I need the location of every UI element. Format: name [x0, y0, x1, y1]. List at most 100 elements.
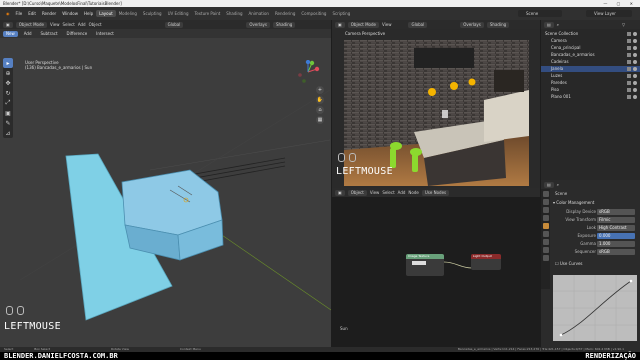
property-row: Exposure 0.000 — [541, 233, 640, 239]
zoom-icon[interactable]: + — [316, 86, 324, 94]
editor-type-dropdown[interactable]: ▤ — [544, 181, 554, 188]
eye-icon[interactable] — [633, 60, 637, 64]
render-tab-icon[interactable] — [543, 199, 549, 205]
eye-icon[interactable] — [633, 81, 637, 85]
tab-texture-paint[interactable]: Texture Paint — [191, 10, 223, 17]
outliner-item[interactable]: Janela — [541, 66, 640, 72]
render-view[interactable]: ▣ Object Mode View Global Overlays Shadi… — [332, 20, 540, 188]
material-tab-icon[interactable] — [543, 255, 549, 261]
mouse-left-icon — [6, 306, 13, 315]
tab-scripting[interactable]: Scripting — [329, 10, 353, 17]
editor-type-dropdown[interactable]: ▣ — [335, 21, 345, 28]
search-icon[interactable]: ⌕ — [557, 22, 559, 27]
camera-icon[interactable] — [627, 81, 631, 85]
shading-dropdown[interactable]: Shading — [486, 21, 510, 28]
eye-icon[interactable] — [633, 95, 637, 99]
tab-compositing[interactable]: Compositing — [298, 10, 329, 17]
annotate-tool-icon[interactable]: ✎ — [3, 118, 13, 128]
scene-label: Scene — [555, 191, 568, 196]
gizmo-y-icon — [309, 60, 315, 66]
property-label: Look — [586, 225, 596, 230]
outliner-item[interactable]: Cadeiras — [541, 59, 640, 65]
ortho-toggle-icon[interactable]: ▦ — [316, 116, 324, 124]
properties-search-icon[interactable]: ⌕ — [557, 182, 559, 187]
rotate-tool-icon[interactable]: ↻ — [3, 88, 13, 98]
outliner-item[interactable]: Camera — [541, 38, 640, 44]
camera-icon[interactable] — [627, 53, 631, 57]
cursor-tool-icon[interactable]: ⊕ — [3, 68, 13, 78]
outliner-item[interactable]: Bancadas_e_armarios — [541, 52, 640, 58]
camera-icon[interactable] — [627, 95, 631, 99]
eye-icon[interactable] — [633, 32, 637, 36]
scene-selector[interactable]: Scene — [518, 10, 562, 17]
tab-sculpting[interactable]: Sculpting — [140, 10, 165, 17]
eye-icon[interactable] — [633, 53, 637, 57]
outliner-item[interactable]: Cena_principal — [541, 45, 640, 51]
image-texture-node[interactable]: Image Texture — [406, 254, 444, 276]
move-tool-icon[interactable]: ✥ — [3, 78, 13, 88]
property-value-field[interactable]: sRGB — [597, 209, 635, 215]
select-tool-icon[interactable]: ▸ — [3, 58, 13, 68]
render-mode-dropdown[interactable]: Object Mode — [347, 21, 379, 28]
tab-modeling[interactable]: Modeling — [116, 10, 140, 17]
eye-icon[interactable] — [633, 46, 637, 50]
tab-rendering[interactable]: Rendering — [272, 10, 298, 17]
navigation-gizmo[interactable] — [296, 60, 320, 84]
transform-orientation-dropdown[interactable]: Global — [408, 21, 428, 28]
eye-icon[interactable] — [633, 67, 637, 71]
light-output-node[interactable]: Light Output — [471, 254, 501, 270]
3d-viewport[interactable]: ▣ Object Mode View Select Add Object Glo… — [0, 20, 331, 347]
eye-icon[interactable] — [633, 88, 637, 92]
property-value-field[interactable]: 1.000 — [597, 241, 635, 247]
overlays-dropdown[interactable]: Overlays — [460, 21, 484, 28]
pan-icon[interactable]: ✋ — [316, 96, 324, 104]
camera-icon[interactable] — [627, 32, 631, 36]
transform-tool-icon[interactable]: ▣ — [3, 108, 13, 118]
tab-uv-editing[interactable]: UV Editing — [165, 10, 192, 17]
menu-render[interactable]: Render — [39, 11, 59, 16]
camera-icon[interactable] — [627, 74, 631, 78]
window-controls[interactable]: — ▢ ✕ — [603, 0, 637, 7]
menu-edit[interactable]: Edit — [25, 11, 39, 16]
property-value-field[interactable]: sRGB — [597, 249, 635, 255]
property-value-field[interactable]: 0.000 — [597, 233, 635, 239]
menu-help[interactable]: Help — [81, 11, 96, 16]
property-value-field[interactable]: Filmic — [597, 217, 635, 223]
property-value-field[interactable]: High Contrast — [597, 225, 635, 231]
use-curves-checkbox[interactable]: ☐ Use Curves — [555, 261, 583, 266]
outliner-item[interactable]: Piso — [541, 87, 640, 93]
tab-animation[interactable]: Animation — [246, 10, 272, 17]
view-layer-selector[interactable]: View Layer — [586, 10, 632, 17]
outliner-item[interactable]: Scene Collection — [541, 31, 640, 37]
eye-icon[interactable] — [633, 39, 637, 43]
menu-file[interactable]: File — [13, 11, 26, 16]
properties-editor[interactable]: ▤ ⌕ Scene ▾ Color Management Display Dev… — [541, 180, 640, 347]
outliner-item-label: Bancadas_e_armarios — [551, 52, 595, 57]
filter-icon[interactable]: ▽ — [622, 22, 625, 27]
outliner-item[interactable]: Luzes — [541, 73, 640, 79]
tool-tab-icon[interactable] — [543, 191, 549, 197]
tab-layout[interactable]: Layout — [96, 10, 116, 17]
editor-type-dropdown[interactable]: ▤ — [544, 21, 554, 28]
camera-view-icon[interactable]: ⌂ — [316, 106, 324, 114]
panel-color-management[interactable]: ▾ Color Management — [553, 200, 594, 205]
scale-tool-icon[interactable]: ⤢ — [3, 98, 13, 108]
camera-icon[interactable] — [627, 60, 631, 64]
menu-view[interactable]: View — [382, 22, 392, 27]
outliner[interactable]: ▤ ⌕ ▽ Scene Collection Camera Cena_princip… — [541, 20, 640, 180]
mouse-right-icon — [17, 306, 24, 315]
camera-icon[interactable] — [627, 88, 631, 92]
use-curves-label: Use Curves — [559, 261, 583, 266]
tab-shading[interactable]: Shading — [223, 10, 245, 17]
node-editor[interactable]: ▣ Object View Select Add Node Use Nodes … — [332, 188, 540, 347]
measure-tool-icon[interactable]: ⊿ — [3, 128, 13, 138]
camera-icon[interactable] — [627, 46, 631, 50]
camera-icon[interactable] — [627, 67, 631, 71]
curves-widget[interactable] — [553, 275, 637, 341]
blender-logo-icon[interactable]: ◉ — [3, 11, 13, 16]
eye-icon[interactable] — [633, 74, 637, 78]
camera-icon[interactable] — [627, 39, 631, 43]
outliner-item[interactable]: Plano 001 — [541, 94, 640, 100]
menu-window[interactable]: Window — [59, 11, 81, 16]
outliner-item[interactable]: Paredes — [541, 80, 640, 86]
